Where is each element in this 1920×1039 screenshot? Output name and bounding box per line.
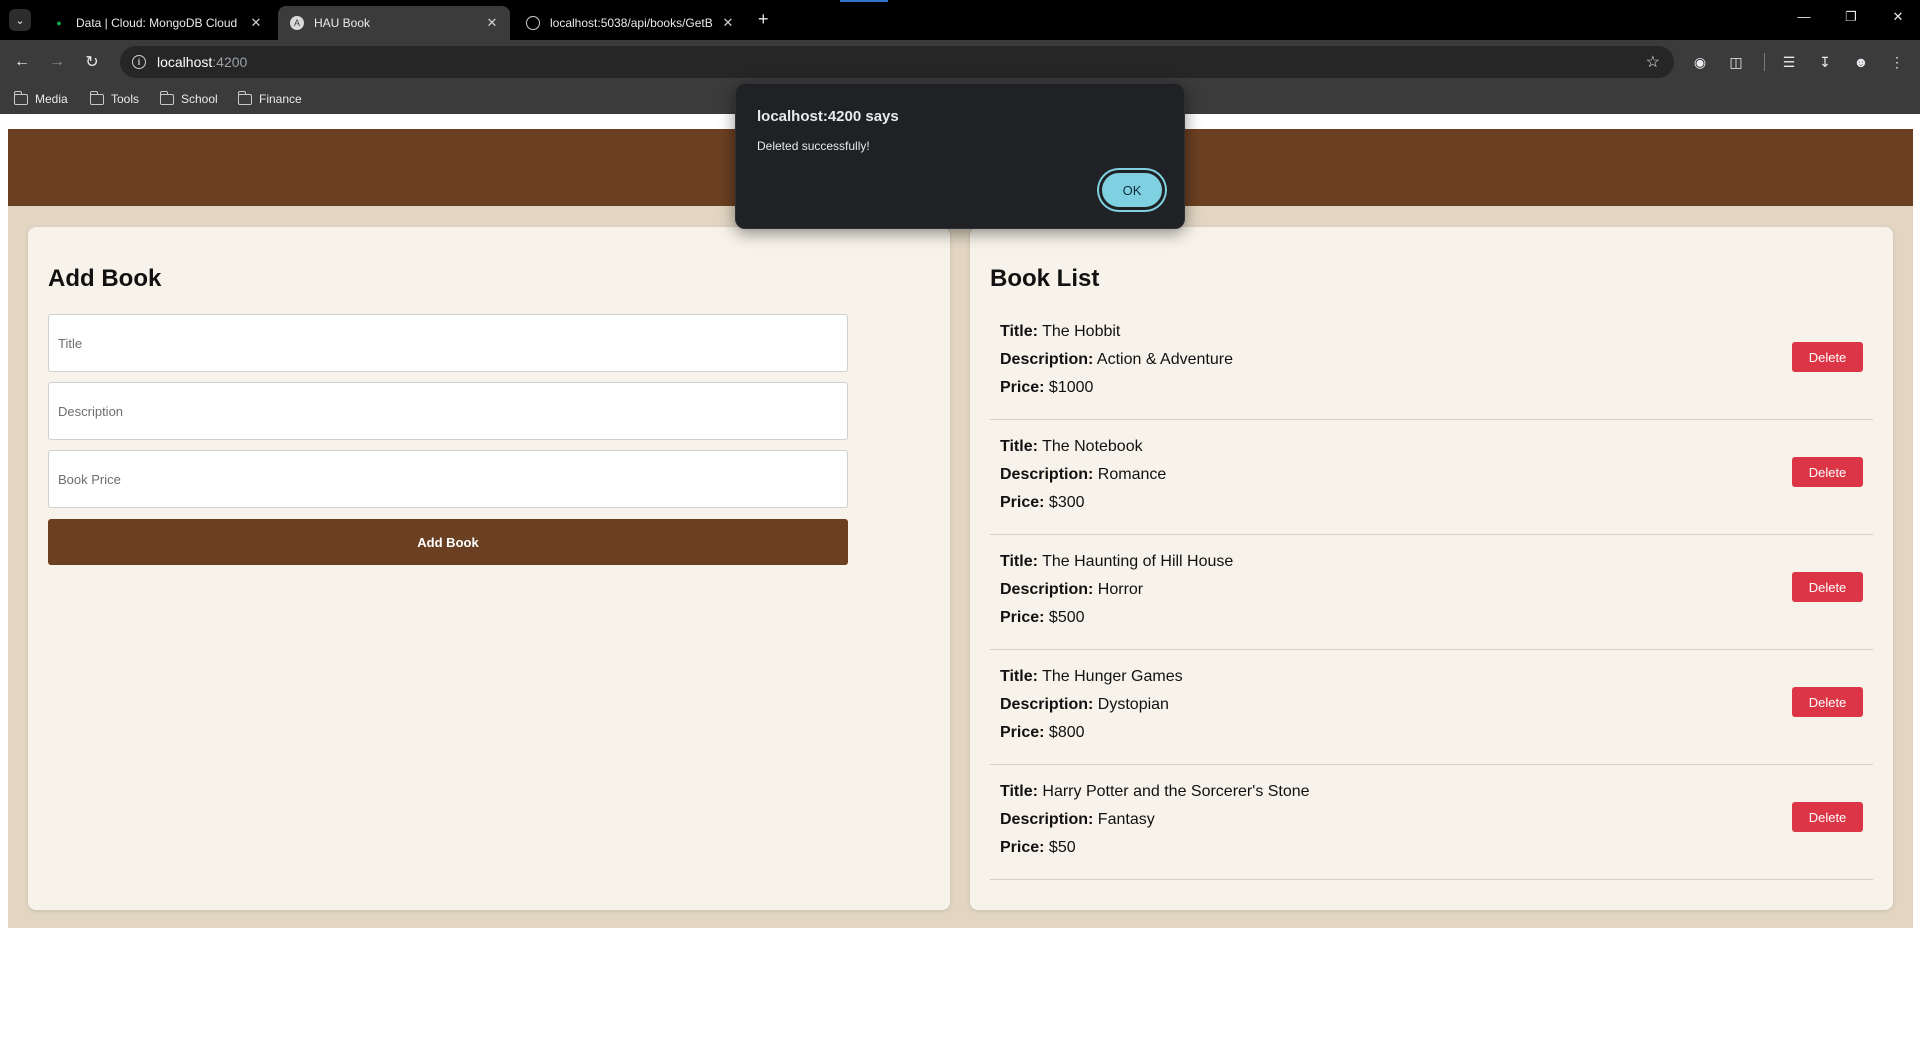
book-title: The Hobbit bbox=[1042, 323, 1121, 340]
list-item: Title: The Hobbit Description: Action & … bbox=[990, 305, 1873, 420]
book-title: The Hunger Games bbox=[1042, 668, 1183, 685]
bookmark-star-icon[interactable]: ☆ bbox=[1646, 52, 1660, 72]
forward-arrow-icon[interactable]: → bbox=[46, 51, 68, 73]
new-tab-plus-icon[interactable]: + bbox=[758, 9, 769, 29]
toolbar-divider bbox=[1764, 53, 1765, 71]
bookmark-finance[interactable]: Finance bbox=[237, 90, 302, 106]
folder-icon bbox=[237, 90, 252, 105]
restore-icon[interactable]: ❐ bbox=[1841, 9, 1861, 25]
more-menu-icon[interactable]: ⋮ bbox=[1886, 51, 1908, 73]
globe-icon bbox=[526, 16, 540, 30]
folder-icon bbox=[13, 90, 28, 105]
close-tab-icon[interactable]: ✕ bbox=[720, 15, 736, 31]
book-description: Romance bbox=[1097, 466, 1167, 483]
description-input[interactable] bbox=[49, 383, 847, 439]
delete-button[interactable]: Delete bbox=[1792, 457, 1863, 487]
list-item: Title: The Notebook Description: Romance… bbox=[990, 420, 1873, 535]
book-title: The Haunting of Hill House bbox=[1042, 553, 1234, 570]
list-item: Title: Harry Potter and the Sorcerer's S… bbox=[990, 765, 1873, 880]
minimize-icon[interactable]: — bbox=[1794, 9, 1814, 24]
add-book-panel: Add Book Add Book bbox=[28, 227, 950, 910]
title-field[interactable] bbox=[48, 314, 848, 372]
tab-strip: ⌄ ● Data | Cloud: MongoDB Cloud ✕ A HAU … bbox=[0, 0, 1920, 40]
book-price: $300 bbox=[1048, 494, 1085, 511]
book-price-input[interactable] bbox=[49, 451, 847, 507]
delete-button[interactable]: Delete bbox=[1792, 342, 1863, 372]
book-price-field[interactable] bbox=[48, 450, 848, 508]
book-description: Action & Adventure bbox=[1096, 351, 1233, 368]
reload-icon[interactable]: ↻ bbox=[81, 51, 103, 73]
list-item: Title: The Haunting of Hill House Descri… bbox=[990, 535, 1873, 650]
book-description: Dystopian bbox=[1097, 696, 1169, 713]
ok-button[interactable]: OK bbox=[1099, 170, 1165, 210]
bookmark-media[interactable]: Media bbox=[13, 90, 68, 106]
media-queue-icon[interactable]: ☰ bbox=[1778, 51, 1800, 73]
book-list-heading: Book List bbox=[990, 265, 1100, 292]
address-url[interactable]: localhost:4200 bbox=[157, 54, 247, 70]
tab-api-books[interactable]: localhost:5038/api/books/GetB ✕ bbox=[514, 6, 746, 40]
bookmark-school[interactable]: School bbox=[159, 90, 218, 106]
add-book-heading: Add Book bbox=[48, 265, 162, 292]
browser-toolbar: ← → ↻ i localhost:4200 ☆ ◉ ◫ ☰ ↧ ☻ ⋮ bbox=[0, 40, 1920, 84]
book-description: Horror bbox=[1097, 581, 1144, 598]
site-info-icon[interactable]: i bbox=[132, 55, 146, 69]
book-price: $1000 bbox=[1048, 379, 1094, 396]
folder-icon bbox=[89, 90, 104, 105]
book-description: Fantasy bbox=[1097, 811, 1155, 828]
profile-extension-icon[interactable]: ◉ bbox=[1689, 51, 1711, 73]
title-input[interactable] bbox=[49, 315, 847, 371]
book-list: Title: The Hobbit Description: Action & … bbox=[990, 305, 1873, 880]
mongodb-leaf-icon: ● bbox=[56, 18, 62, 28]
close-tab-icon[interactable]: ✕ bbox=[248, 15, 264, 31]
avatar[interactable]: ☻ bbox=[1850, 51, 1872, 73]
description-field[interactable] bbox=[48, 382, 848, 440]
close-window-icon[interactable]: ✕ bbox=[1888, 9, 1908, 25]
download-icon[interactable]: ↧ bbox=[1814, 51, 1836, 73]
tab-mongodb[interactable]: ● Data | Cloud: MongoDB Cloud ✕ bbox=[40, 6, 274, 40]
alert-title: localhost:4200 says bbox=[757, 108, 899, 125]
angular-icon: A bbox=[290, 16, 304, 30]
book-title: Harry Potter and the Sorcerer's Stone bbox=[1042, 783, 1310, 800]
app-page: Add Book Add Book Book List Title: The H… bbox=[8, 129, 1913, 928]
add-book-button[interactable]: Add Book bbox=[48, 519, 848, 565]
tab-progress-accent bbox=[840, 0, 888, 2]
bookmark-tools[interactable]: Tools bbox=[89, 90, 139, 106]
address-bar[interactable]: i localhost:4200 ☆ bbox=[120, 46, 1674, 78]
book-title: The Notebook bbox=[1042, 438, 1143, 455]
delete-button[interactable]: Delete bbox=[1792, 572, 1863, 602]
list-item: Title: The Hunger Games Description: Dys… bbox=[990, 650, 1873, 765]
alert-dialog: localhost:4200 says Deleted successfully… bbox=[735, 83, 1185, 229]
book-price: $50 bbox=[1048, 839, 1076, 856]
folder-icon bbox=[159, 90, 174, 105]
book-list-panel: Book List Title: The Hobbit Description:… bbox=[970, 227, 1893, 910]
book-price: $800 bbox=[1048, 724, 1085, 741]
back-arrow-icon[interactable]: ← bbox=[11, 51, 33, 73]
tab-search-chevron-down-icon[interactable]: ⌄ bbox=[9, 9, 31, 31]
delete-button[interactable]: Delete bbox=[1792, 687, 1863, 717]
tab-hau-book[interactable]: A HAU Book ✕ bbox=[278, 6, 510, 40]
extensions-puzzle-icon[interactable]: ◫ bbox=[1725, 51, 1747, 73]
book-price: $500 bbox=[1048, 609, 1085, 626]
alert-message: Deleted successfully! bbox=[757, 139, 870, 153]
delete-button[interactable]: Delete bbox=[1792, 802, 1863, 832]
close-tab-icon[interactable]: ✕ bbox=[484, 15, 500, 31]
